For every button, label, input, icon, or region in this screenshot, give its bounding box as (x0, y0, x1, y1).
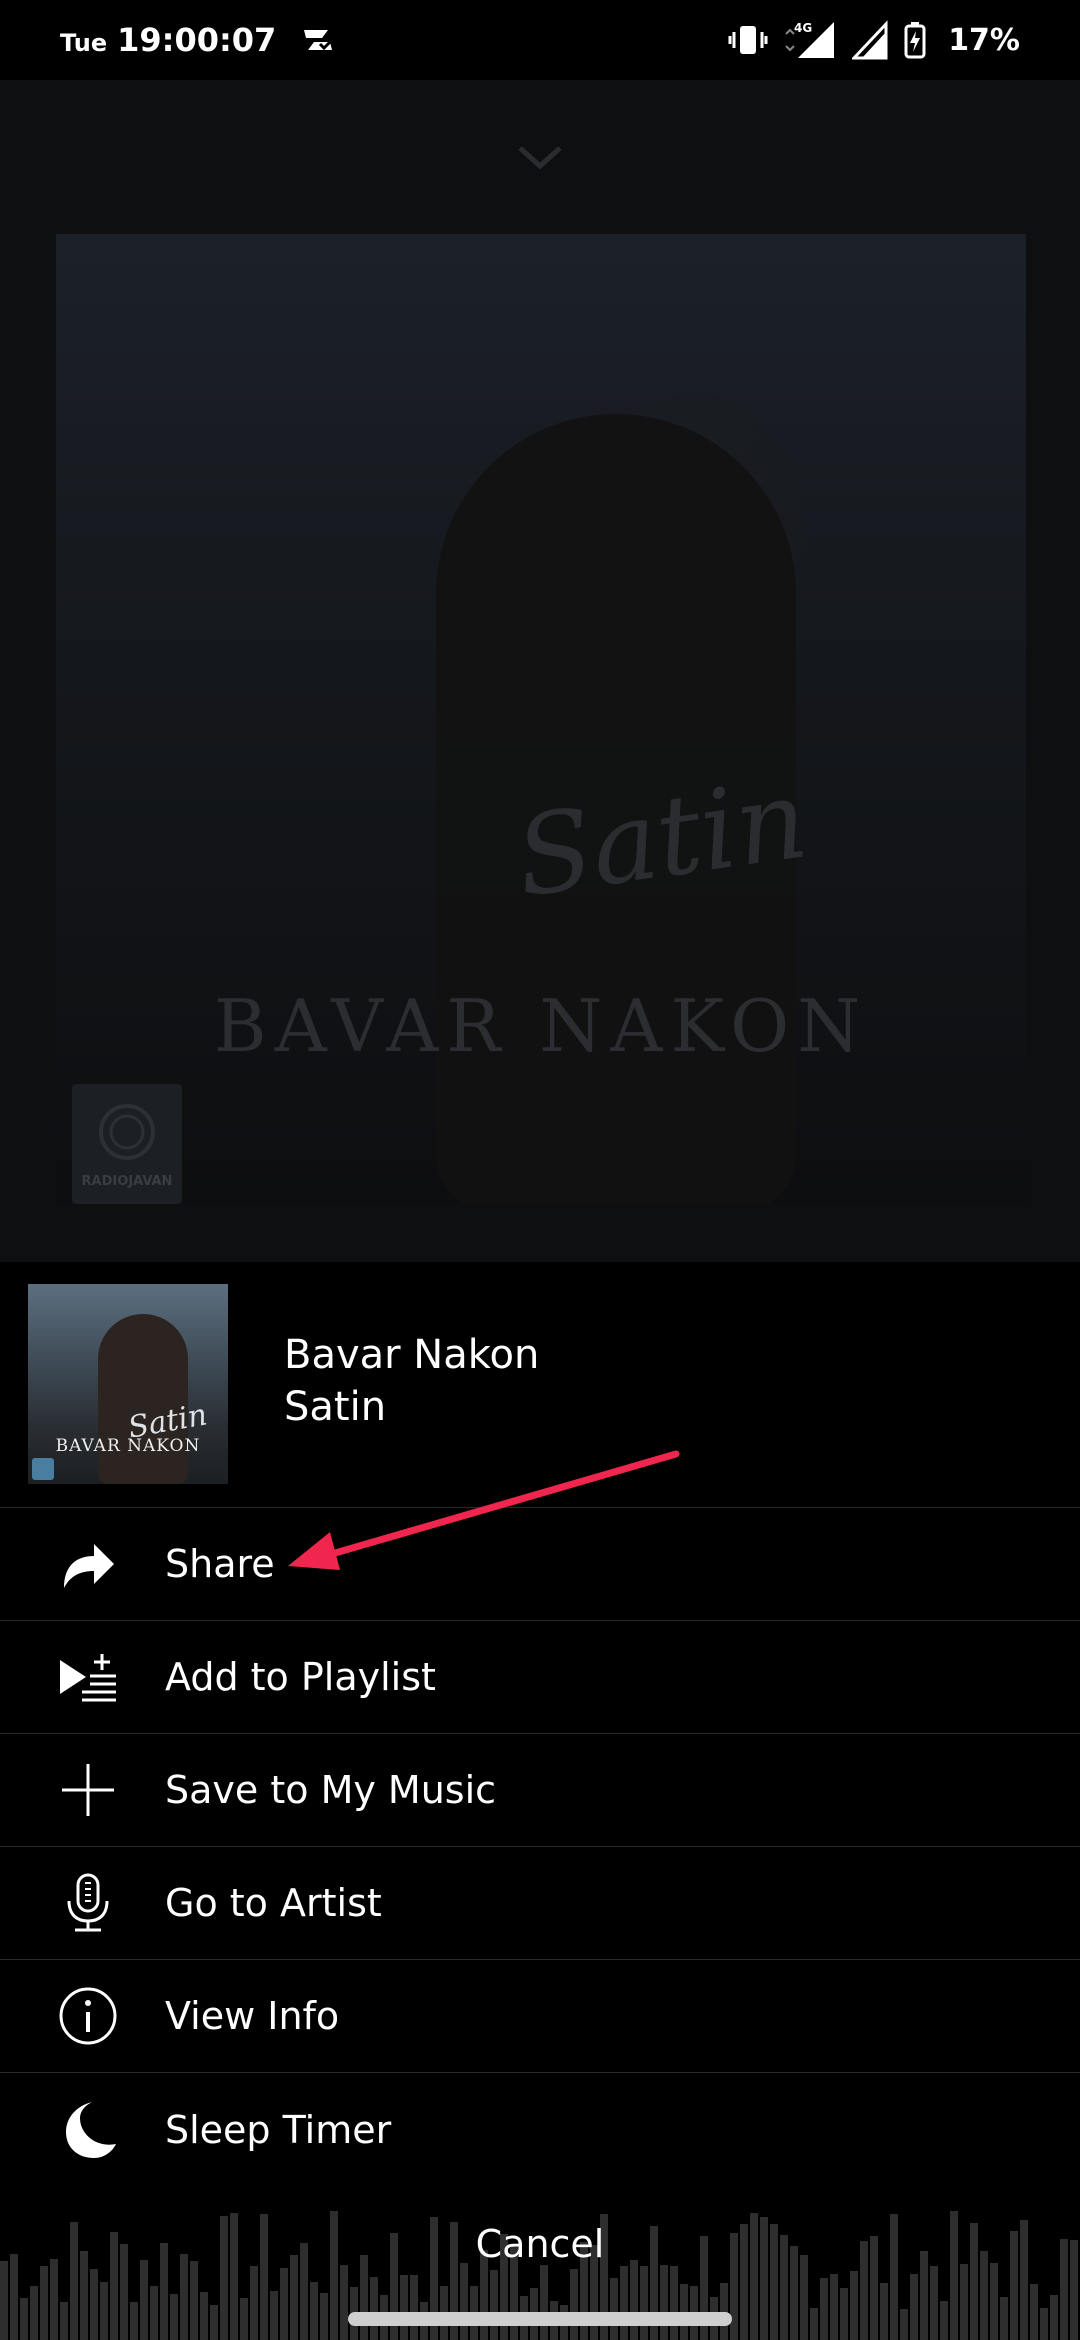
menu-item-label: Share (165, 1542, 275, 1586)
now-playing-header: Satin BAVAR NAKON Bavar Nakon Satin (0, 1262, 1080, 1508)
equalizer-bar (570, 2269, 578, 2340)
equalizer-bar (180, 2254, 188, 2340)
song-title: Bavar Nakon (284, 1332, 540, 1378)
album-art-title: BAVAR NAKON (213, 984, 869, 1068)
equalizer-bar (630, 2260, 638, 2340)
cancel-button[interactable]: Cancel (0, 2222, 1080, 2266)
equalizer-bar (340, 2265, 348, 2340)
equalizer-bar (170, 2294, 178, 2340)
equalizer-bar (270, 2291, 278, 2340)
options-sheet: Satin BAVAR NAKON Bavar Nakon Satin Shar… (0, 1262, 1080, 2340)
equalizer-bar (830, 2274, 838, 2340)
equalizer-bar (290, 2255, 298, 2340)
menu-item-sleep-timer[interactable]: Sleep Timer (0, 2073, 1080, 2186)
equalizer-bar (880, 2283, 888, 2340)
equalizer-bar (310, 2282, 318, 2340)
equalizer-bar (140, 2260, 148, 2340)
equalizer-bar (940, 2301, 948, 2340)
vibrate-icon (728, 26, 768, 54)
equalizer-bar (30, 2286, 38, 2340)
equalizer-bar (150, 2286, 158, 2340)
equalizer-bar (210, 2305, 218, 2340)
equalizer-bar (1030, 2284, 1038, 2340)
equalizer-bar (130, 2302, 138, 2340)
equalizer-bar (540, 2265, 548, 2340)
equalizer-bar (20, 2298, 28, 2340)
equalizer-bar (370, 2277, 378, 2340)
equalizer-bar (840, 2288, 848, 2340)
status-time: 19:00:07 (117, 21, 277, 59)
status-day: Tue (60, 29, 108, 57)
equalizer-bar (250, 2266, 258, 2340)
thumbnail-figure (98, 1314, 188, 1484)
equalizer-bar (190, 2261, 198, 2340)
radiojavan-badge-icon (32, 1458, 54, 1480)
options-menu: Share Add to Playlist Save to My Music G… (0, 1508, 1080, 2186)
menu-item-go-to-artist[interactable]: Go to Artist (0, 1847, 1080, 1960)
thumbnail-title: BAVAR NAKON (55, 1436, 201, 1456)
equalizer-bar (620, 2266, 628, 2340)
equalizer-bar (1000, 2297, 1008, 2340)
share-icon (58, 1534, 118, 1594)
equalizer-bar (990, 2263, 998, 2340)
equalizer-bar (490, 2270, 498, 2340)
sync-notification-icon (304, 30, 334, 51)
menu-item-label: Go to Artist (165, 1881, 382, 1925)
equalizer-bar (930, 2266, 938, 2340)
battery-percentage: 17% (948, 22, 1020, 58)
equalizer-bar (1040, 2308, 1048, 2340)
album-art: Satin BAVAR NAKON RADIOJAVAN (56, 234, 1026, 1204)
plus-icon (58, 1760, 118, 1820)
equalizer-bar (810, 2308, 818, 2340)
equalizer-bar (40, 2266, 48, 2340)
equalizer-bar (50, 2259, 58, 2340)
equalizer-bar (850, 2271, 858, 2340)
equalizer-bar (610, 2278, 618, 2340)
equalizer-bar (820, 2278, 828, 2340)
menu-item-view-info[interactable]: View Info (0, 1960, 1080, 2073)
equalizer-bar (960, 2264, 968, 2340)
equalizer-bar (360, 2255, 368, 2340)
svg-text:4G: 4G (794, 21, 812, 35)
menu-item-add-to-playlist[interactable]: Add to Playlist (0, 1621, 1080, 1734)
menu-item-label: View Info (165, 1994, 340, 2038)
equalizer-bar (0, 2261, 8, 2340)
battery-charging-icon (904, 22, 926, 59)
equalizer-bar (410, 2275, 418, 2340)
signal-icon (852, 20, 888, 60)
menu-item-save-to-my-music[interactable]: Save to My Music (0, 1734, 1080, 1847)
menu-item-label: Save to My Music (165, 1768, 497, 1812)
equalizer-bar (670, 2266, 678, 2340)
equalizer-bar (320, 2293, 328, 2340)
signal-4g-icon: 4G (785, 21, 835, 58)
chevron-down-icon[interactable] (516, 142, 564, 172)
equalizer-bar (90, 2269, 98, 2340)
menu-item-label: Sleep Timer (165, 2107, 392, 2152)
equalizer-bar (640, 2266, 648, 2340)
equalizer-bar (800, 2255, 808, 2340)
equalizer-bar (900, 2309, 908, 2340)
equalizer-bar (400, 2275, 408, 2340)
status-bar: Tue 19:00:07 4G 17% (0, 0, 1080, 80)
song-artist: Satin (284, 1384, 387, 1430)
microphone-icon (58, 1873, 118, 1933)
equalizer-bar (10, 2254, 18, 2340)
moon-icon (58, 2100, 118, 2160)
equalizer-bar (460, 2263, 468, 2340)
equalizer-bar (1050, 2295, 1058, 2340)
equalizer-bar (60, 2302, 68, 2340)
scrubber-handle[interactable] (348, 2312, 732, 2326)
equalizer-bar (280, 2268, 288, 2340)
radiojavan-logo-text: RADIOJAVAN (81, 1174, 173, 1189)
info-icon (58, 1986, 118, 2046)
equalizer-bar (660, 2265, 668, 2340)
equalizer-bar (100, 2282, 108, 2340)
equalizer-bar (910, 2274, 918, 2340)
equalizer-bar (200, 2292, 208, 2340)
add-to-playlist-icon (58, 1647, 118, 1707)
equalizer-bar (240, 2298, 248, 2340)
album-thumbnail: Satin BAVAR NAKON (28, 1284, 228, 1484)
menu-item-label: Add to Playlist (165, 1655, 436, 1699)
menu-item-share[interactable]: Share (0, 1508, 1080, 1621)
